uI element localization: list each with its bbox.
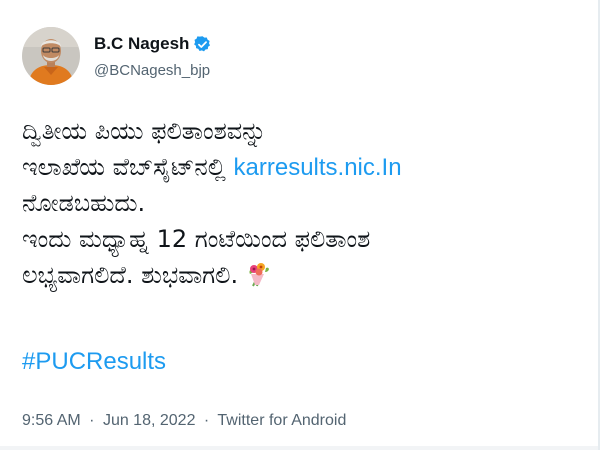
author-display-name[interactable]: B.C Nagesh <box>94 34 189 54</box>
verified-badge-icon <box>193 35 212 54</box>
profile-photo-icon <box>22 27 80 85</box>
meta-separator: · <box>203 412 210 429</box>
meta-separator: · <box>89 412 95 429</box>
tweet-line-4: ಇಂದು ಮಧ್ಯಾಹ್ನ 12 ಗಂಟೆಯಿಂದ ಫಲಿತಾಂಶ <box>22 225 371 253</box>
tweet-line-3: ನೋಡಬಹುದು. <box>22 189 146 217</box>
divider <box>0 446 600 450</box>
results-link[interactable]: karresults.nic.In <box>234 154 402 181</box>
author-handle[interactable]: @BCNagesh_bjp <box>94 62 210 79</box>
bouquet-icon <box>244 260 272 288</box>
tweet-source[interactable]: Twitter for Android <box>217 412 346 429</box>
tweet-line-1: ದ್ವಿತೀಯ ಪಿಯು ಫಲಿತಾಂಶವನ್ನು <box>22 117 267 145</box>
tweet-text: ದ್ವಿತೀಯ ಪಿಯು ಫಲಿತಾಂಶವನ್ನು ಇಲಾಖೆಯ ವೆಬ್‌ಸೈ… <box>22 113 582 293</box>
tweet-time[interactable]: 9:56 AM <box>22 412 81 429</box>
author-name-row: B.C Nagesh <box>94 33 212 55</box>
tweet-metadata: 9:56 AM · Jun 18, 2022 · Twitter for And… <box>22 412 346 430</box>
tweet-line-5-text: ಲಭ್ಯವಾಗಲಿದೆ. ಶುಭವಾಗಲಿ. <box>22 261 239 289</box>
tweet-line-2-text: ಇಲಾಖೆಯ ವೆಬ್‌ಸೈಟ್‌ನಲ್ಲಿ <box>22 153 234 181</box>
tweet-line-2: ಇಲಾಖೆಯ ವೆಬ್‌ಸೈಟ್‌ನಲ್ಲಿ karresults.nic.In <box>22 149 582 185</box>
tweet-card: B.C Nagesh @BCNagesh_bjp ದ್ವಿತೀಯ ಪಿಯು ಫಲ… <box>0 0 600 450</box>
hashtag-link[interactable]: #PUCResults <box>22 348 166 376</box>
avatar[interactable] <box>22 27 80 85</box>
tweet-date[interactable]: Jun 18, 2022 <box>103 412 196 429</box>
tweet-line-5: ಲಭ್ಯವಾಗಲಿದೆ. ಶುಭವಾಗಲಿ. <box>22 257 582 293</box>
